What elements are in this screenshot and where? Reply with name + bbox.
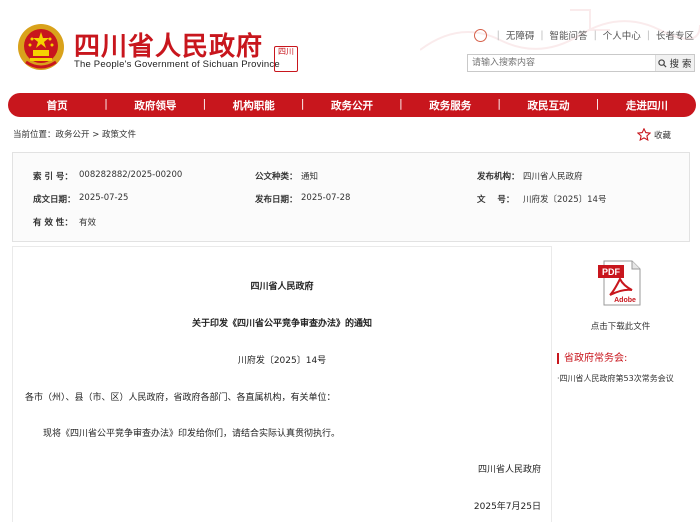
collect-label: 收藏	[654, 130, 672, 141]
breadcrumb[interactable]: 当前位置：政务公开 > 政策文件	[13, 128, 136, 140]
index-value: 008282882/2025-00200	[79, 170, 183, 180]
article-body: 现将《四川省公平竞争审查办法》印发给你们，请结合实际认真贯彻执行。	[43, 429, 341, 439]
collect-button[interactable]: 收藏	[637, 128, 671, 141]
search-box: 搜 索	[467, 54, 695, 72]
article-sign: 四川省人民政府	[477, 465, 541, 475]
info-row: 成文日期： 2025-07-25 发布日期： 2025-07-28 文 号： 川…	[13, 193, 689, 207]
nav-open-government[interactable]: 政务公开	[301, 98, 401, 113]
created-label: 成文日期：	[33, 195, 76, 205]
link-elderly-zone[interactable]: 长者专区	[656, 28, 694, 42]
article-title: 关于印发《四川省公平竞争审查办法》的通知	[191, 319, 372, 329]
seal-text: 四川	[278, 47, 294, 56]
document-info-panel: 索 引 号： 008282882/2025-00200 公文种类： 通知 发布机…	[12, 152, 690, 242]
info-row: 有 效 性： 有效	[13, 216, 689, 230]
nav-about-sichuan[interactable]: 走进四川	[596, 98, 696, 113]
nav-home[interactable]: 首页	[8, 98, 106, 113]
search-input[interactable]	[468, 55, 662, 71]
article-recipients: 各市（州）、县（市、区）人民政府，省政府各部门、各直属机构，有关单位：	[25, 393, 336, 403]
nav-functions[interactable]: 机构职能	[203, 98, 303, 113]
docno-label: 文 号：	[477, 195, 515, 205]
validity-label: 有 效 性：	[33, 218, 73, 228]
pdf-text: PDF	[602, 267, 621, 277]
search-button-label: 搜 索	[669, 59, 692, 70]
download-file-link[interactable]: 点击下载此文件	[553, 320, 688, 332]
main-nav: 首页 政府领导 机构职能 政务公开 政务服务 政民互动 走进四川	[8, 93, 696, 117]
national-emblem-icon	[18, 24, 64, 70]
site-title-english: The People's Government of Sichuan Provi…	[74, 59, 280, 70]
nav-services[interactable]: 政务服务	[399, 98, 499, 113]
article-docno: 川府发〔2025〕14号	[237, 356, 327, 366]
type-value: 通知	[301, 172, 319, 182]
created-value: 2025-07-25	[79, 193, 129, 203]
sidebar-section-title: 省政府常务会:	[557, 353, 627, 364]
pdf-download-icon[interactable]: PDF Adobe	[598, 259, 642, 307]
sidebar-item-meeting[interactable]: ·四川省人民政府第53次常务会议	[557, 373, 674, 384]
type-label: 公文种类：	[255, 172, 298, 182]
published-label: 发布日期：	[255, 195, 298, 205]
index-label: 索 引 号：	[33, 172, 73, 182]
link-accessibility[interactable]: 无障碍	[506, 28, 535, 42]
article-date: 2025年7月25日	[473, 502, 541, 512]
article-org: 四川省人民政府	[250, 282, 314, 292]
nav-interaction[interactable]: 政民互动	[497, 98, 597, 113]
docno-value: 川府发〔2025〕14号	[523, 195, 607, 205]
article-content: 四川省人民政府 关于印发《四川省公平竞争审查办法》的通知 川府发〔2025〕14…	[12, 246, 552, 522]
adobe-text: Adobe	[614, 297, 636, 304]
issuer-label: 发布机构：	[477, 172, 520, 182]
top-links: | 无障碍 | 智能问答 | 个人中心 | 长者专区	[473, 28, 694, 42]
nav-leaders[interactable]: 政府领导	[104, 98, 204, 113]
weibo-icon[interactable]	[473, 28, 487, 42]
published-value: 2025-07-28	[301, 193, 351, 203]
info-row: 索 引 号： 008282882/2025-00200 公文种类： 通知 发布机…	[13, 170, 689, 184]
link-smart-qa[interactable]: 智能问答	[550, 28, 588, 42]
sidebar: PDF Adobe 点击下载此文件 省政府常务会: ·四川省人民政府第53次常务…	[553, 246, 688, 521]
validity-value: 有效	[79, 218, 97, 228]
link-personal-center[interactable]: 个人中心	[603, 28, 641, 42]
search-icon	[658, 58, 667, 68]
star-icon	[637, 128, 651, 141]
seal-logo: 四川	[274, 46, 298, 72]
issuer-value: 四川省人民政府	[523, 172, 583, 182]
site-header: 四川省人民政府 The People's Government of Sichu…	[0, 0, 700, 90]
search-button[interactable]: 搜 索	[655, 55, 694, 71]
site-title[interactable]: 四川省人民政府	[74, 26, 263, 63]
